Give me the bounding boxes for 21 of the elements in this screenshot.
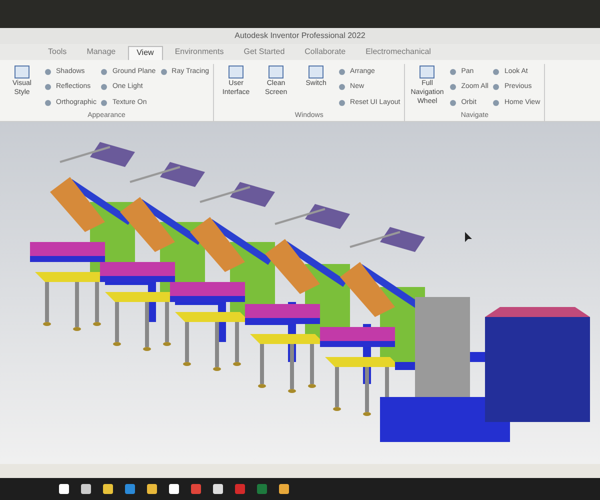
- taskbar-app-icon[interactable]: [146, 483, 158, 495]
- ribbon-tab[interactable]: Get Started: [236, 46, 293, 60]
- window-title: Autodesk Inventor Professional 2022: [234, 30, 366, 42]
- ribbon-tab[interactable]: Tools: [40, 46, 75, 60]
- taskbar-app-icon[interactable]: [58, 483, 70, 495]
- ribbon-tab[interactable]: Manage: [78, 46, 124, 60]
- window-icon: [419, 64, 436, 80]
- taskbar-app-icon[interactable]: [102, 483, 114, 495]
- ribbon-tab[interactable]: Electromechanical: [358, 46, 439, 60]
- window-icon: [308, 64, 324, 80]
- taskbar-app-icon[interactable]: [278, 483, 290, 495]
- window-icon: [14, 64, 30, 80]
- ribbon-tab[interactable]: Environments: [166, 46, 232, 60]
- taskbar-app-icon[interactable]: [212, 483, 224, 495]
- window-icon: [268, 64, 284, 80]
- taskbar-app-icon[interactable]: [168, 483, 180, 495]
- ribbon-tab[interactable]: Collaborate: [296, 46, 354, 60]
- cursor-icon: [465, 232, 472, 242]
- ribbon-tab[interactable]: View: [128, 46, 163, 60]
- taskbar-app-icon[interactable]: [80, 483, 92, 495]
- window-icon: [228, 64, 244, 80]
